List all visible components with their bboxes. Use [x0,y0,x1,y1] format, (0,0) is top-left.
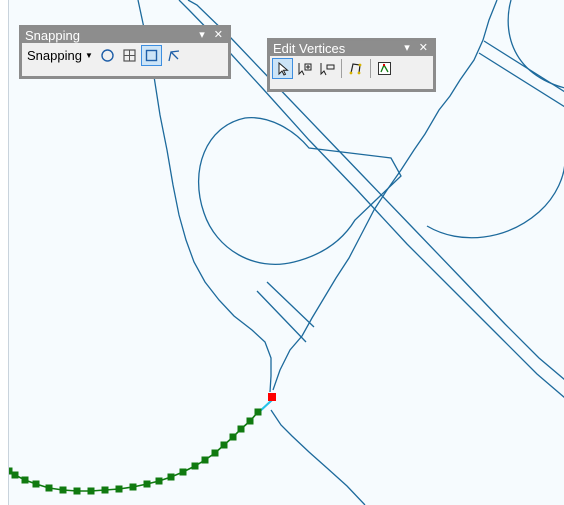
sketch-vertex[interactable] [237,425,245,433]
sketch-vertex[interactable] [179,468,187,476]
sketch-vertex[interactable] [115,485,123,493]
delete-vertex-icon [320,63,335,76]
sketch-vertices[interactable] [9,408,262,495]
end-snap-icon [123,49,136,62]
toolbar-window-controls[interactable]: ▾ ✕ [199,28,226,43]
modify-sketch-vertices-icon [278,61,289,76]
sketch-vertex[interactable] [143,480,151,488]
snapping-toolbar-title: Snapping [25,28,80,43]
sketch-vertex[interactable] [201,456,209,464]
road-line [197,116,402,265]
sketch-vertex[interactable] [32,480,40,488]
toolbar-separator [370,59,371,78]
point-snap-icon [101,49,114,62]
sketch-vertex[interactable] [59,486,67,494]
snapping-dropdown[interactable]: Snapping ▼ [24,48,97,63]
chevron-down-icon: ▼ [84,51,93,60]
sketch-vertex[interactable] [155,477,163,485]
vertex-snap-icon [145,49,158,62]
toolbar-separator [341,59,342,78]
point-snap-button[interactable] [97,45,118,66]
sketch-vertex[interactable] [229,433,237,441]
road-line [483,40,564,93]
snapping-toolbar: Snapping ▾ ✕ Snapping ▼ [19,25,231,79]
edit-vertices-toolbar-title: Edit Vertices [273,41,346,56]
sketch-vertex[interactable] [101,486,109,494]
road-line [507,0,564,89]
edit-vertices-toolbar: Edit Vertices ▾ ✕ [267,38,436,92]
sketch-vertex[interactable] [246,417,254,425]
vertex-snap-button[interactable] [140,45,162,66]
road-line [266,281,315,328]
sketch-vertex[interactable] [45,484,53,492]
edge-snap-button[interactable] [163,45,184,66]
sketch-line [9,411,259,492]
add-vertex-button[interactable] [294,58,315,79]
sketch-vertex[interactable] [129,483,137,491]
selected-vertex[interactable] [268,393,276,401]
end-snap-button[interactable] [119,45,140,66]
road-line [270,409,366,505]
continue-feature-icon [349,63,362,75]
edge-snap-icon [168,50,179,62]
sketch-vertex[interactable] [73,487,81,495]
sketch-vertex[interactable] [191,462,199,470]
sketch-vertex[interactable] [167,473,175,481]
map-window: Snapping ▾ ✕ Snapping ▼ Edit Vertices ▾ … [0,0,564,505]
edit-vertices-toolbar-titlebar[interactable]: Edit Vertices ▾ ✕ [270,41,433,56]
road-line [256,290,307,343]
sketch-properties-button[interactable] [374,58,395,79]
sketch-vertex[interactable] [211,449,219,457]
snapping-toolbar-titlebar[interactable]: Snapping ▾ ✕ [22,28,228,43]
sketch-vertex[interactable] [220,441,228,449]
continue-feature-button[interactable] [345,58,366,79]
sketch-vertex[interactable] [87,487,95,495]
add-vertex-icon [298,63,312,76]
delete-vertex-button[interactable] [316,58,337,79]
sketch-vertex[interactable] [21,476,29,484]
modify-sketch-vertices-button[interactable] [272,58,293,79]
sketch-properties-icon [378,62,391,75]
road-line [426,165,564,239]
sketch-vertex[interactable] [11,471,19,479]
toolbar-window-controls[interactable]: ▾ ✕ [404,41,431,56]
snapping-dropdown-label: Snapping [27,48,82,63]
sketch-vertex[interactable] [254,408,262,416]
